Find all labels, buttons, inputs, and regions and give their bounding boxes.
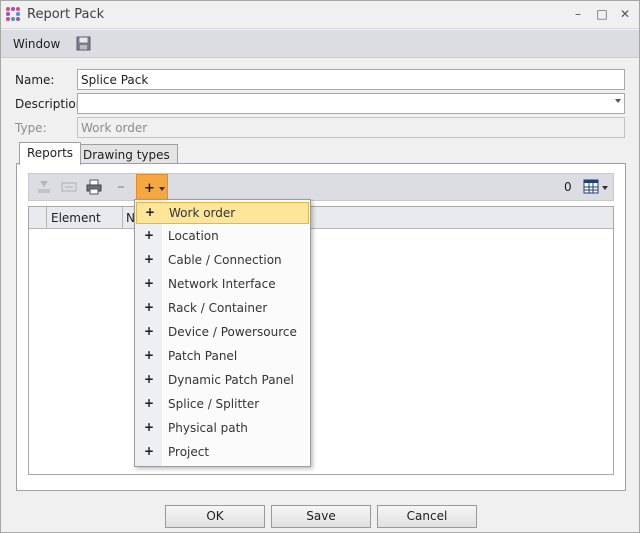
save-button[interactable]: Save — [271, 505, 371, 528]
menu-item-physical-path[interactable]: + Physical path — [136, 418, 309, 440]
add-dropdown-menu: + Work order + Location + Cable / Connection +… — [134, 199, 311, 467]
name-field[interactable]: Splice Pack — [77, 69, 625, 90]
plus-icon: + — [144, 372, 155, 386]
reports-toolbar: + 0 — [28, 173, 614, 201]
app-icon — [6, 7, 21, 22]
ok-button[interactable]: OK — [165, 505, 265, 528]
menu-window[interactable]: Window — [13, 37, 60, 51]
type-label: Type: — [15, 121, 47, 135]
plus-icon: + — [144, 181, 155, 196]
window-title: Report Pack — [27, 7, 105, 22]
menu-item-location[interactable]: + Location — [136, 226, 309, 248]
minimize-button[interactable]: – — [568, 5, 588, 23]
report-pack-window: Report Pack – □ ✕ Window Name: Splice Pa… — [0, 0, 640, 533]
menu-item-label: Rack / Container — [168, 301, 268, 315]
menu-item-label: Splice / Splitter — [168, 397, 260, 411]
plus-icon: + — [144, 324, 155, 338]
menu-item-dynamic-patch-panel[interactable]: + Dynamic Patch Panel — [136, 370, 309, 392]
maximize-button[interactable]: □ — [592, 5, 612, 23]
close-button[interactable]: ✕ — [615, 5, 635, 23]
column-separator — [122, 207, 123, 229]
menu-item-device-powersource[interactable]: + Device / Powersource — [136, 322, 309, 344]
menu-item-label: Dynamic Patch Panel — [168, 373, 294, 387]
move-down-icon[interactable] — [35, 178, 53, 196]
plus-icon: + — [144, 252, 155, 266]
plus-icon: + — [144, 444, 155, 458]
name-label: Name: — [15, 73, 55, 87]
grid-header: Element N — [29, 207, 613, 229]
print-icon[interactable] — [85, 178, 103, 196]
cancel-button[interactable]: Cancel — [377, 505, 477, 528]
column-header-element[interactable]: Element — [51, 211, 101, 225]
reports-grid[interactable]: Element N — [28, 206, 614, 475]
save-icon[interactable] — [76, 36, 91, 51]
plus-icon: + — [144, 276, 155, 290]
menu-item-label: Physical path — [168, 421, 248, 435]
column-width-icon[interactable] — [60, 178, 78, 196]
menu-item-label: Patch Panel — [168, 349, 238, 363]
menu-item-splice-splitter[interactable]: + Splice / Splitter — [136, 394, 309, 416]
item-count: 0 — [564, 180, 572, 194]
row-indicator-header — [29, 207, 47, 229]
plus-icon: + — [145, 205, 156, 219]
menu-item-project[interactable]: + Project — [136, 442, 309, 464]
menu-item-label: Network Interface — [168, 277, 276, 291]
description-field[interactable] — [77, 93, 625, 114]
tab-reports[interactable]: Reports — [19, 142, 82, 165]
menu-item-label: Project — [168, 445, 210, 459]
menu-item-cable-connection[interactable]: + Cable / Connection — [136, 250, 309, 272]
plus-icon: + — [144, 228, 155, 242]
menu-item-label: Device / Powersource — [168, 325, 297, 339]
menu-item-label: Location — [168, 229, 219, 243]
menu-item-network-interface[interactable]: + Network Interface — [136, 274, 309, 296]
plus-icon: + — [144, 420, 155, 434]
type-field: Work order — [77, 117, 625, 138]
menu-item-work-order[interactable]: + Work order — [136, 202, 309, 224]
chevron-down-icon[interactable] — [615, 99, 621, 103]
add-button[interactable]: + — [136, 174, 168, 201]
menu-item-rack-container[interactable]: + Rack / Container — [136, 298, 309, 320]
menu-item-label: Cable / Connection — [168, 253, 282, 267]
chevron-down-icon — [159, 187, 165, 191]
menu-bar: Window — [1, 30, 639, 58]
remove-icon[interactable] — [112, 178, 130, 196]
tab-drawing-types[interactable]: Drawing types — [75, 144, 178, 165]
menu-item-label: Work order — [169, 206, 236, 220]
plus-icon: + — [144, 348, 155, 362]
menu-item-patch-panel[interactable]: + Patch Panel — [136, 346, 309, 368]
plus-icon: + — [144, 300, 155, 314]
column-chooser-icon[interactable] — [582, 178, 610, 196]
title-bar: Report Pack – □ ✕ — [1, 1, 639, 29]
plus-icon: + — [144, 396, 155, 410]
